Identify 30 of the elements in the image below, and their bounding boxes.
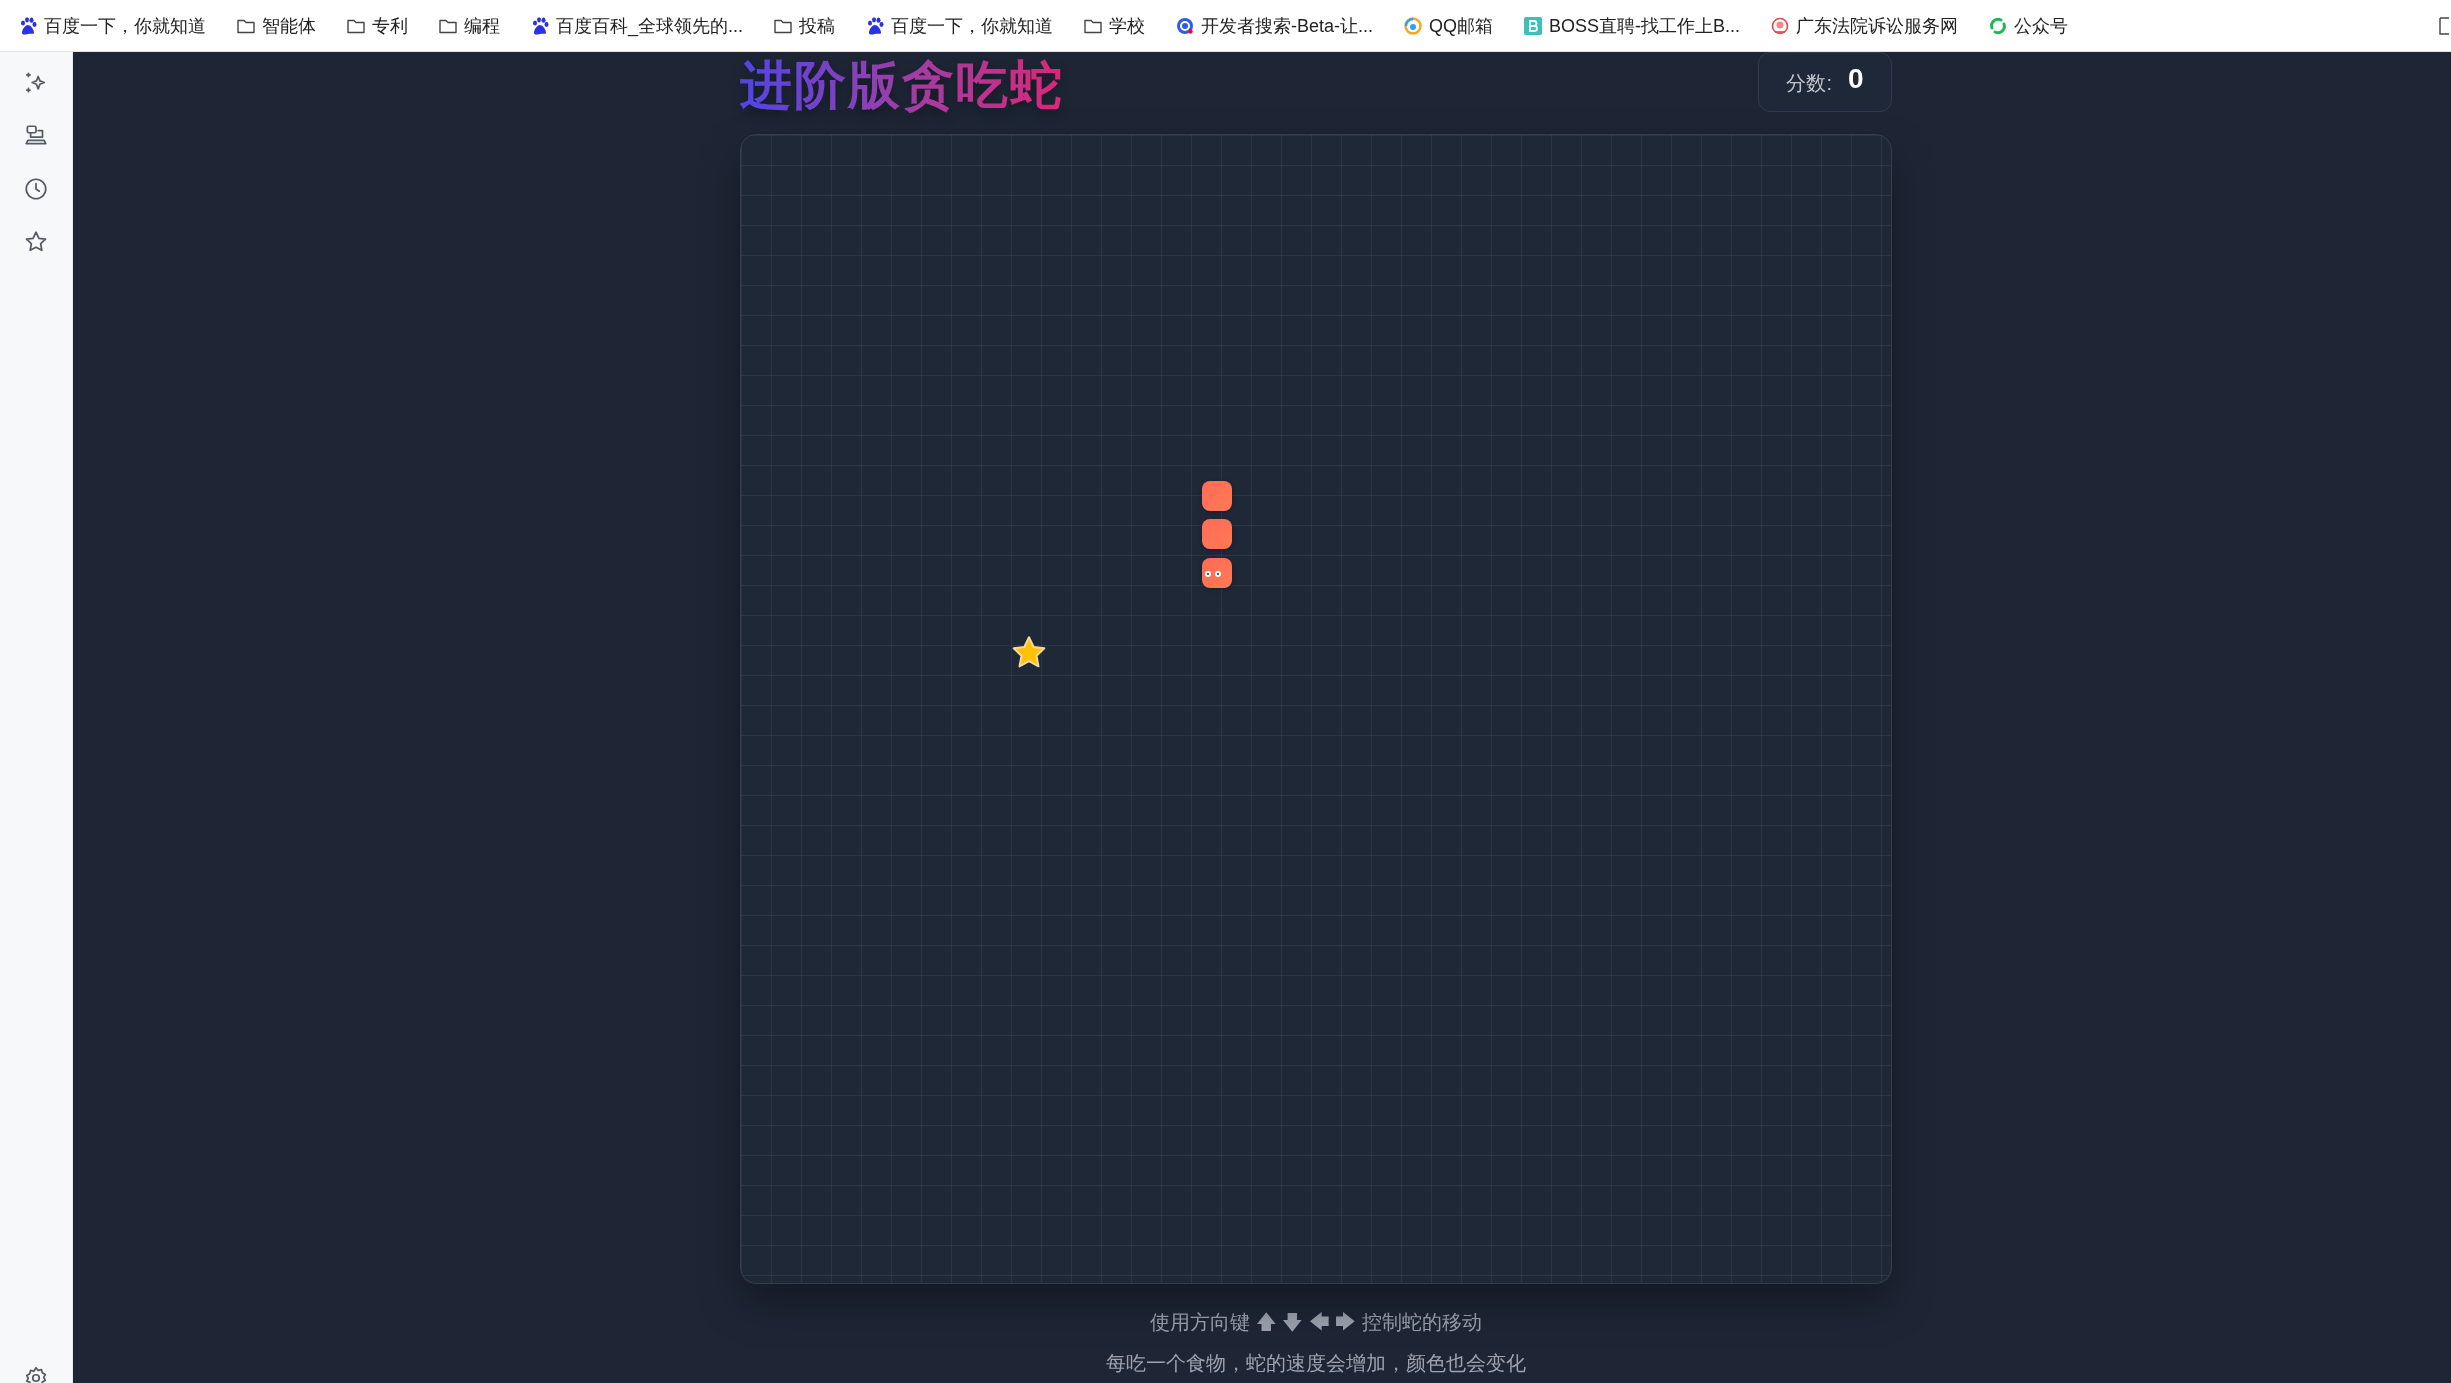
mail-icon (1403, 15, 1424, 36)
game-title: 进阶版贪吃蛇 (740, 56, 1064, 114)
bookmark[interactable]: 学校 (1081, 9, 1147, 42)
bookmark[interactable]: 广东法院诉讼服务网 (1768, 9, 1961, 42)
bookmark[interactable]: 开发者搜索-Beta-让... (1173, 9, 1376, 42)
bookmark[interactable]: 百度一下，你就知道 (863, 9, 1055, 42)
clock-icon[interactable] (23, 176, 49, 202)
snake-head (1202, 557, 1232, 588)
search-icon (1175, 15, 1195, 36)
snake-segment (1202, 519, 1232, 550)
bookmark[interactable]: 智能体 (234, 9, 318, 42)
bookmark[interactable]: 公众号 (1986, 9, 2071, 42)
paw-icon (865, 15, 885, 36)
emblem-icon (1770, 15, 1791, 36)
bookmark[interactable]: 百度一下，你就知道 (16, 9, 208, 42)
bookmark[interactable]: 编程 (436, 9, 502, 42)
bookmark[interactable]: 投稿 (771, 9, 837, 42)
bookmark[interactable]: QQ邮箱 (1401, 9, 1496, 42)
paw-icon (530, 15, 550, 36)
paw-icon (18, 15, 38, 36)
instruction-text: 每吃一个食物，蛇的速度会增加，颜色也会变化 (1106, 1351, 1526, 1376)
bookmark[interactable]: 专利 (344, 9, 410, 42)
score-value: 0 (1848, 65, 1864, 93)
bookmark[interactable]: BOSS直聘-找工作上B... (1521, 9, 1743, 42)
bookmark[interactable]: 百度百科_全球领先的... (528, 9, 745, 42)
letter-icon (1523, 15, 1544, 36)
score-label: 分数: (1786, 71, 1832, 96)
instruction-text: 使用方向键 🡅 🡇 🡄 🡆 控制蛇的移动 (1150, 1310, 1482, 1335)
swirl-icon (1988, 15, 2009, 36)
snake-segment (1202, 480, 1232, 511)
